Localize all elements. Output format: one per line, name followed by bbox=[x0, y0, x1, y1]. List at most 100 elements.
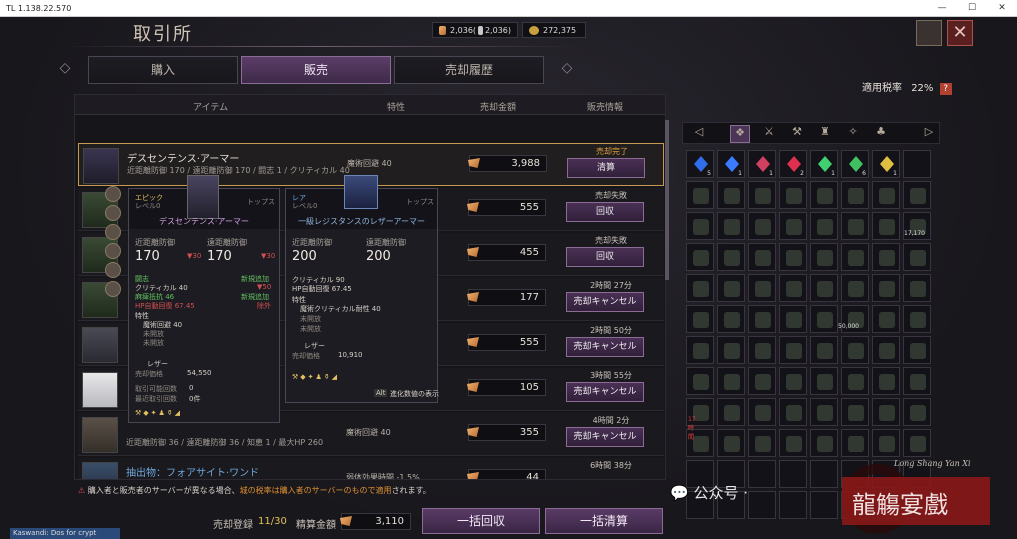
tax-help-button[interactable]: ? bbox=[939, 83, 952, 95]
inventory-slot[interactable] bbox=[748, 429, 776, 457]
maximize-button[interactable]: ☐ bbox=[957, 0, 987, 17]
side-icon[interactable] bbox=[105, 262, 121, 278]
inventory-slot[interactable] bbox=[717, 305, 745, 333]
inventory-slot[interactable]: 1 bbox=[810, 150, 838, 178]
inventory-tab-scroll-right[interactable]: ▷ bbox=[919, 125, 939, 143]
cancel-sale-button[interactable]: 売却キャンセル bbox=[566, 382, 644, 402]
inventory-slot[interactable] bbox=[903, 181, 931, 209]
inventory-slot[interactable] bbox=[872, 305, 900, 333]
side-icon[interactable] bbox=[105, 281, 121, 297]
settle-button[interactable]: 清算 bbox=[567, 158, 645, 178]
inventory-slot[interactable] bbox=[810, 367, 838, 395]
inventory-slot[interactable] bbox=[841, 274, 869, 302]
inventory-slot[interactable] bbox=[717, 429, 745, 457]
inventory-tab-weapon[interactable]: ⚔ bbox=[759, 125, 779, 143]
inventory-slot[interactable] bbox=[903, 150, 931, 178]
inventory-slot[interactable] bbox=[779, 491, 807, 519]
inventory-slot[interactable] bbox=[841, 336, 869, 364]
inventory-slot[interactable] bbox=[686, 212, 714, 240]
inventory-slot[interactable] bbox=[748, 491, 776, 519]
inventory-slot[interactable] bbox=[779, 212, 807, 240]
inventory-slot[interactable] bbox=[779, 274, 807, 302]
inventory-slot[interactable] bbox=[903, 398, 931, 426]
inventory-slot[interactable] bbox=[779, 336, 807, 364]
tab-sell[interactable]: 販売 bbox=[241, 56, 391, 84]
inventory-slot[interactable] bbox=[872, 243, 900, 271]
inventory-slot[interactable] bbox=[686, 305, 714, 333]
inventory-slot[interactable] bbox=[748, 181, 776, 209]
inventory-slot[interactable] bbox=[841, 367, 869, 395]
side-icon[interactable] bbox=[105, 243, 121, 259]
inventory-slot[interactable] bbox=[686, 336, 714, 364]
inventory-slot[interactable] bbox=[717, 181, 745, 209]
inventory-tab-scroll-left[interactable]: ◁ bbox=[689, 125, 709, 143]
table-scrollbar[interactable] bbox=[665, 120, 669, 280]
inventory-slot[interactable] bbox=[717, 336, 745, 364]
inventory-slot[interactable]: 2 bbox=[779, 150, 807, 178]
cancel-sale-button[interactable]: 売却キャンセル bbox=[566, 427, 644, 447]
inventory-slot[interactable] bbox=[779, 243, 807, 271]
inventory-slot[interactable] bbox=[779, 460, 807, 488]
tab-buy[interactable]: 購入 bbox=[88, 56, 238, 84]
inventory-slot[interactable] bbox=[717, 243, 745, 271]
inventory-slot[interactable] bbox=[841, 212, 869, 240]
inventory-slot[interactable] bbox=[748, 305, 776, 333]
inventory-slot[interactable] bbox=[748, 243, 776, 271]
guide-book-button[interactable] bbox=[916, 20, 942, 46]
close-window-button[interactable]: ✕ bbox=[987, 0, 1017, 17]
inventory-slot[interactable] bbox=[841, 181, 869, 209]
inventory-slot[interactable] bbox=[717, 212, 745, 240]
inventory-slot[interactable] bbox=[686, 274, 714, 302]
inventory-slot[interactable] bbox=[779, 367, 807, 395]
inventory-slot[interactable]: 1 bbox=[748, 150, 776, 178]
taskbar-item[interactable]: Kaswandi: Dos for crypt bbox=[10, 528, 120, 539]
inventory-slot[interactable] bbox=[779, 398, 807, 426]
inventory-slot[interactable] bbox=[748, 212, 776, 240]
inventory-slot[interactable] bbox=[810, 212, 838, 240]
inventory-slot[interactable] bbox=[810, 398, 838, 426]
inventory-slot[interactable] bbox=[748, 367, 776, 395]
inventory-tab-all[interactable]: ❖ bbox=[730, 125, 750, 143]
inventory-tab-bag[interactable]: ♣ bbox=[871, 125, 891, 143]
inventory-slot[interactable]: 1 bbox=[717, 150, 745, 178]
inventory-slot[interactable]: 6 bbox=[841, 150, 869, 178]
inventory-slot[interactable] bbox=[748, 460, 776, 488]
inventory-slot[interactable] bbox=[903, 367, 931, 395]
inventory-slot[interactable] bbox=[748, 336, 776, 364]
inventory-slot[interactable] bbox=[872, 181, 900, 209]
inventory-slot[interactable] bbox=[748, 274, 776, 302]
inventory-slot[interactable] bbox=[903, 243, 931, 271]
inventory-slot[interactable] bbox=[841, 243, 869, 271]
table-row[interactable]: 抽出物：フォアサイト·ワンド 弱体効果時間 -1.5% 44 6時間 38分 bbox=[78, 458, 664, 479]
inventory-slot[interactable] bbox=[872, 274, 900, 302]
inventory-slot[interactable] bbox=[810, 243, 838, 271]
inventory-slot[interactable] bbox=[686, 181, 714, 209]
inventory-slot[interactable] bbox=[748, 398, 776, 426]
collect-all-button[interactable]: 一括回収 bbox=[422, 508, 540, 534]
tab-history[interactable]: 売却履歴 bbox=[394, 56, 544, 84]
inventory-tab-tool[interactable]: ⚒ bbox=[787, 125, 807, 143]
inventory-slot[interactable] bbox=[872, 336, 900, 364]
cancel-sale-button[interactable]: 売却キャンセル bbox=[566, 292, 644, 312]
inventory-slot[interactable]: 1 bbox=[872, 150, 900, 178]
inventory-slot[interactable] bbox=[903, 305, 931, 333]
inventory-slot[interactable] bbox=[779, 181, 807, 209]
close-button[interactable]: ✕ bbox=[947, 20, 973, 46]
inventory-slot[interactable] bbox=[841, 398, 869, 426]
inventory-slot[interactable] bbox=[686, 243, 714, 271]
inventory-slot[interactable] bbox=[717, 367, 745, 395]
inventory-slot[interactable] bbox=[779, 429, 807, 457]
inventory-slot[interactable] bbox=[872, 367, 900, 395]
inventory-slot[interactable] bbox=[779, 305, 807, 333]
inventory-slot[interactable] bbox=[717, 274, 745, 302]
inventory-tab-craft[interactable]: ✧ bbox=[843, 125, 863, 143]
inventory-slot[interactable] bbox=[872, 212, 900, 240]
minimize-button[interactable]: — bbox=[927, 0, 957, 17]
inventory-slot[interactable] bbox=[717, 398, 745, 426]
collect-button[interactable]: 回収 bbox=[566, 202, 644, 222]
inventory-slot[interactable] bbox=[810, 305, 838, 333]
side-icon[interactable] bbox=[105, 224, 121, 240]
inventory-slot[interactable]: 5 bbox=[686, 150, 714, 178]
side-icon[interactable] bbox=[105, 205, 121, 221]
cancel-sale-button[interactable]: 売却キャンセル bbox=[566, 337, 644, 357]
